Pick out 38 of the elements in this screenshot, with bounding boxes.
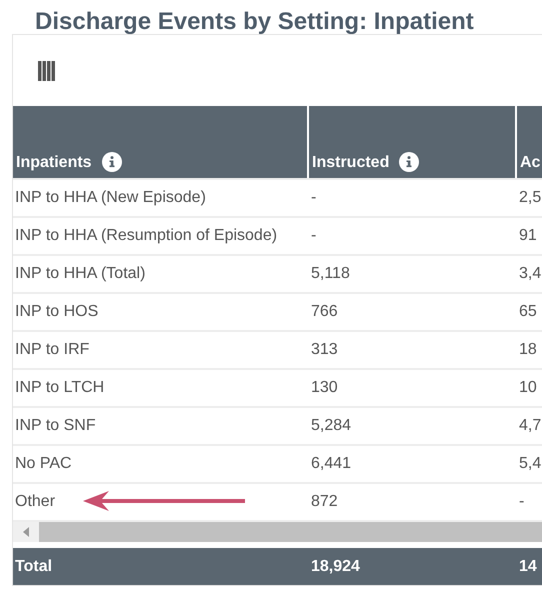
table-cell: 18 <box>516 330 542 368</box>
table-cell: 6,441 <box>308 444 516 482</box>
column-header-label: Instructed <box>312 154 390 172</box>
column-header-label: Inpatients <box>16 154 92 172</box>
table-cell: No PAC <box>13 444 308 482</box>
table-cell: 130 <box>308 368 516 406</box>
table-cell: INP to HHA (New Episode) <box>13 178 308 216</box>
table-cell: 3,4 <box>516 254 542 292</box>
table-cell: - <box>308 216 516 254</box>
table-cell: INP to HHA (Resumption of Episode) <box>13 216 308 254</box>
columns-icon[interactable] <box>38 60 55 80</box>
table-cell: INP to LTCH <box>13 368 308 406</box>
column-header[interactable]: Ac <box>517 106 542 178</box>
info-icon[interactable] <box>399 152 420 172</box>
table-cell: 5,118 <box>308 254 516 292</box>
info-icon[interactable] <box>102 152 122 172</box>
table-cell: INP to HHA (Total) <box>13 254 308 292</box>
table-cell: 5,284 <box>308 406 516 444</box>
table-cell: INP to IRF <box>13 330 308 368</box>
total-cell: Total <box>13 548 308 585</box>
table-cell: 4,7 <box>516 406 542 444</box>
column-header[interactable]: Inpatients <box>13 106 307 178</box>
chart-title: Discharge Events by Setting: Inpatient <box>34 7 475 34</box>
table-cell: INP to HOS <box>13 292 308 330</box>
column-header-label: Ac <box>520 154 540 172</box>
table-cell: 5,4 <box>516 444 542 482</box>
table-cell: 10 <box>516 368 542 406</box>
table-cell: 91 <box>516 216 542 254</box>
table-cell: 313 <box>308 330 516 368</box>
table-cell: 2,5 <box>516 178 542 216</box>
column-header[interactable]: Instructed <box>309 106 515 178</box>
total-cell: 14 <box>516 548 542 585</box>
total-cell: 18,924 <box>308 548 516 585</box>
table-cell: INP to SNF <box>13 406 308 444</box>
table-cell: - <box>308 178 516 216</box>
table-cell: 766 <box>308 292 516 330</box>
table-cell: 65 <box>516 292 542 330</box>
horizontal-scrollbar[interactable] <box>13 520 542 542</box>
